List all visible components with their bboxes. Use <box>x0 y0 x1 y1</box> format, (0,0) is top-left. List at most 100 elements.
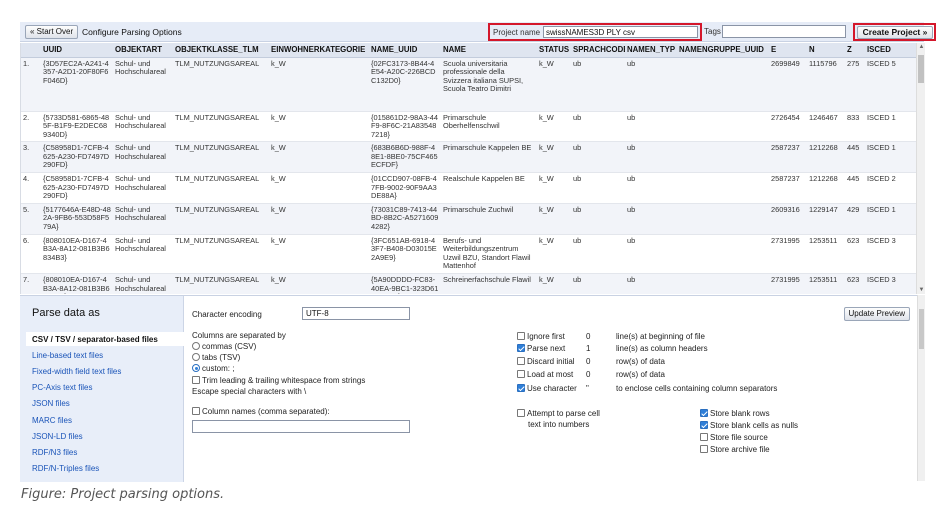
checkbox-icon[interactable] <box>517 357 525 365</box>
table-cell <box>677 172 769 204</box>
discard-input[interactable]: 0 <box>586 357 590 366</box>
radio-icon[interactable] <box>192 353 200 361</box>
parse-as-title: Parse data as <box>32 307 100 319</box>
table-cell: k_W <box>537 273 571 294</box>
sep-tabs-option[interactable]: tabs (TSV) <box>192 353 240 362</box>
encoding-label: Character encoding <box>192 310 262 319</box>
format-line-based[interactable]: Line-based text files <box>32 351 103 360</box>
table-cell: k_W <box>269 141 369 174</box>
table-cell: {5733D581-6865-485F-B1F9-E2DEC689340D} <box>41 111 113 143</box>
create-project-button[interactable]: Create Project » <box>857 26 933 39</box>
sep-commas-label: commas (CSV) <box>202 342 257 351</box>
col-header-namengruppe-uuid[interactable]: NAMENGRUPPE_UUID <box>677 43 769 58</box>
format-pc-axis[interactable]: PC-Axis text files <box>32 383 92 392</box>
radio-selected-icon[interactable] <box>192 364 200 372</box>
store-blank-rows-option[interactable]: Store blank rows <box>700 409 770 418</box>
use-character-option[interactable]: Use character <box>517 384 577 393</box>
header-row: UUID OBJEKTART OBJEKTKLASSE_TLM EINWOHNE… <box>21 43 916 58</box>
sep-custom-input[interactable]: ; <box>232 364 234 373</box>
page-title: Configure Parsing Options <box>82 27 182 37</box>
parse-next-label: Parse next <box>527 344 566 353</box>
store-blank-nulls-option[interactable]: Store blank cells as nulls <box>700 421 798 430</box>
format-marc[interactable]: MARC files <box>32 416 72 425</box>
project-name-input[interactable]: swissNAMES3D PLY csv <box>543 26 698 38</box>
col-header-objektart[interactable]: OBJEKTART <box>113 43 173 58</box>
column-names-input[interactable] <box>192 420 410 433</box>
table-cell: ub <box>571 234 625 275</box>
format-rdf-n3[interactable]: RDF/N3 files <box>32 448 77 457</box>
col-header-z[interactable]: Z <box>845 43 865 58</box>
scroll-up-icon[interactable]: ▲ <box>918 43 925 51</box>
ignore-first-input[interactable]: 0 <box>586 332 590 341</box>
checkbox-icon[interactable] <box>517 409 525 417</box>
col-header-status[interactable]: STATUS <box>537 43 571 58</box>
tags-input[interactable] <box>722 25 846 38</box>
table-cell: Schul- und Hochschulareal <box>113 172 173 204</box>
col-header-uuid[interactable]: UUID <box>41 43 113 58</box>
trim-option[interactable]: Trim leading & trailing whitespace from … <box>192 376 365 385</box>
table-cell: Schreinerfachschule Flawil <box>441 273 537 294</box>
sep-custom-option[interactable]: custom: ; <box>192 364 234 373</box>
store-archive-file-option[interactable]: Store archive file <box>700 445 770 454</box>
format-json-ld[interactable]: JSON-LD files <box>32 432 83 441</box>
discard-option[interactable]: Discard initial <box>517 357 575 366</box>
checkbox-checked-icon[interactable] <box>700 409 708 417</box>
attempt-parse-option[interactable]: Attempt to parse cell <box>517 409 600 418</box>
table-cell: k_W <box>537 203 571 235</box>
format-json[interactable]: JSON files <box>32 399 70 408</box>
table-cell: Berufs- und Weiterbildungszentrum Uzwil … <box>441 234 537 275</box>
toolbar: « Start Over Configure Parsing Options P… <box>20 22 936 42</box>
load-at-most-input[interactable]: 0 <box>586 370 590 379</box>
parse-next-option[interactable]: Parse next <box>517 344 565 353</box>
panel-scrollbar[interactable] <box>917 295 925 481</box>
sep-tabs-label: tabs (TSV) <box>202 353 241 362</box>
format-csv-tsv[interactable]: CSV / TSV / separator-based files <box>32 335 158 344</box>
table-cell: 445 <box>845 141 865 174</box>
table-cell <box>677 111 769 143</box>
format-rdf-ntriples[interactable]: RDF/N-Triples files <box>32 464 99 473</box>
scroll-down-icon[interactable]: ▼ <box>918 286 925 294</box>
table-cell: k_W <box>537 111 571 143</box>
col-header-objektklasse[interactable]: OBJEKTKLASSE_TLM <box>173 43 269 58</box>
checkbox-checked-icon[interactable] <box>517 344 525 352</box>
checkbox-icon[interactable] <box>517 370 525 378</box>
checkbox-icon[interactable] <box>700 433 708 441</box>
col-header-name-uuid[interactable]: NAME_UUID <box>369 43 441 58</box>
format-fixed-width[interactable]: Fixed-width field text files <box>32 367 121 376</box>
checkbox-checked-icon[interactable] <box>517 384 525 392</box>
table-cell: Schul- und Hochschulareal <box>113 57 173 112</box>
start-over-button[interactable]: « Start Over <box>25 25 79 39</box>
col-header-n[interactable]: N <box>807 43 845 58</box>
col-header-e[interactable]: E <box>769 43 807 58</box>
table-cell: ISCED 3 <box>865 234 916 275</box>
checkbox-icon[interactable] <box>192 376 200 384</box>
use-character-input[interactable]: " <box>586 384 589 393</box>
ignore-first-option[interactable]: Ignore first <box>517 332 565 341</box>
scrollbar-thumb[interactable] <box>918 55 924 83</box>
col-header-isced[interactable]: ISCED <box>865 43 916 58</box>
table-cell <box>677 273 769 294</box>
scrollbar-thumb[interactable] <box>919 309 924 349</box>
table-cell: k_W <box>269 57 369 112</box>
checkbox-checked-icon[interactable] <box>700 421 708 429</box>
row-number: 1. <box>21 57 41 112</box>
sep-commas-option[interactable]: commas (CSV) <box>192 342 256 351</box>
store-blank-nulls-label: Store blank cells as nulls <box>710 421 799 430</box>
radio-icon[interactable] <box>192 342 200 350</box>
load-at-most-option[interactable]: Load at most <box>517 370 573 379</box>
table-cell: {015861D2-98A3-44F9-8F6C-21A835487218} <box>369 111 441 143</box>
checkbox-icon[interactable] <box>192 407 200 415</box>
checkbox-icon[interactable] <box>700 445 708 453</box>
update-preview-button[interactable]: Update Preview <box>843 307 910 321</box>
store-file-source-option[interactable]: Store file source <box>700 433 768 442</box>
column-names-option[interactable]: Column names (comma separated): <box>192 407 330 416</box>
col-header-namen-typ[interactable]: NAMEN_TYP <box>625 43 677 58</box>
parse-next-input[interactable]: 1 <box>586 344 590 353</box>
grid-scrollbar[interactable]: ▲ ▼ <box>916 43 925 294</box>
col-header-einwohnerkategorie[interactable]: EINWOHNERKATEGORIE <box>269 43 369 58</box>
checkbox-icon[interactable] <box>517 332 525 340</box>
table-cell: k_W <box>537 172 571 204</box>
col-header-sprachcode[interactable]: SPRACHCODE <box>571 43 625 58</box>
col-header-name[interactable]: NAME <box>441 43 537 58</box>
encoding-input[interactable]: UTF-8 <box>302 307 410 320</box>
